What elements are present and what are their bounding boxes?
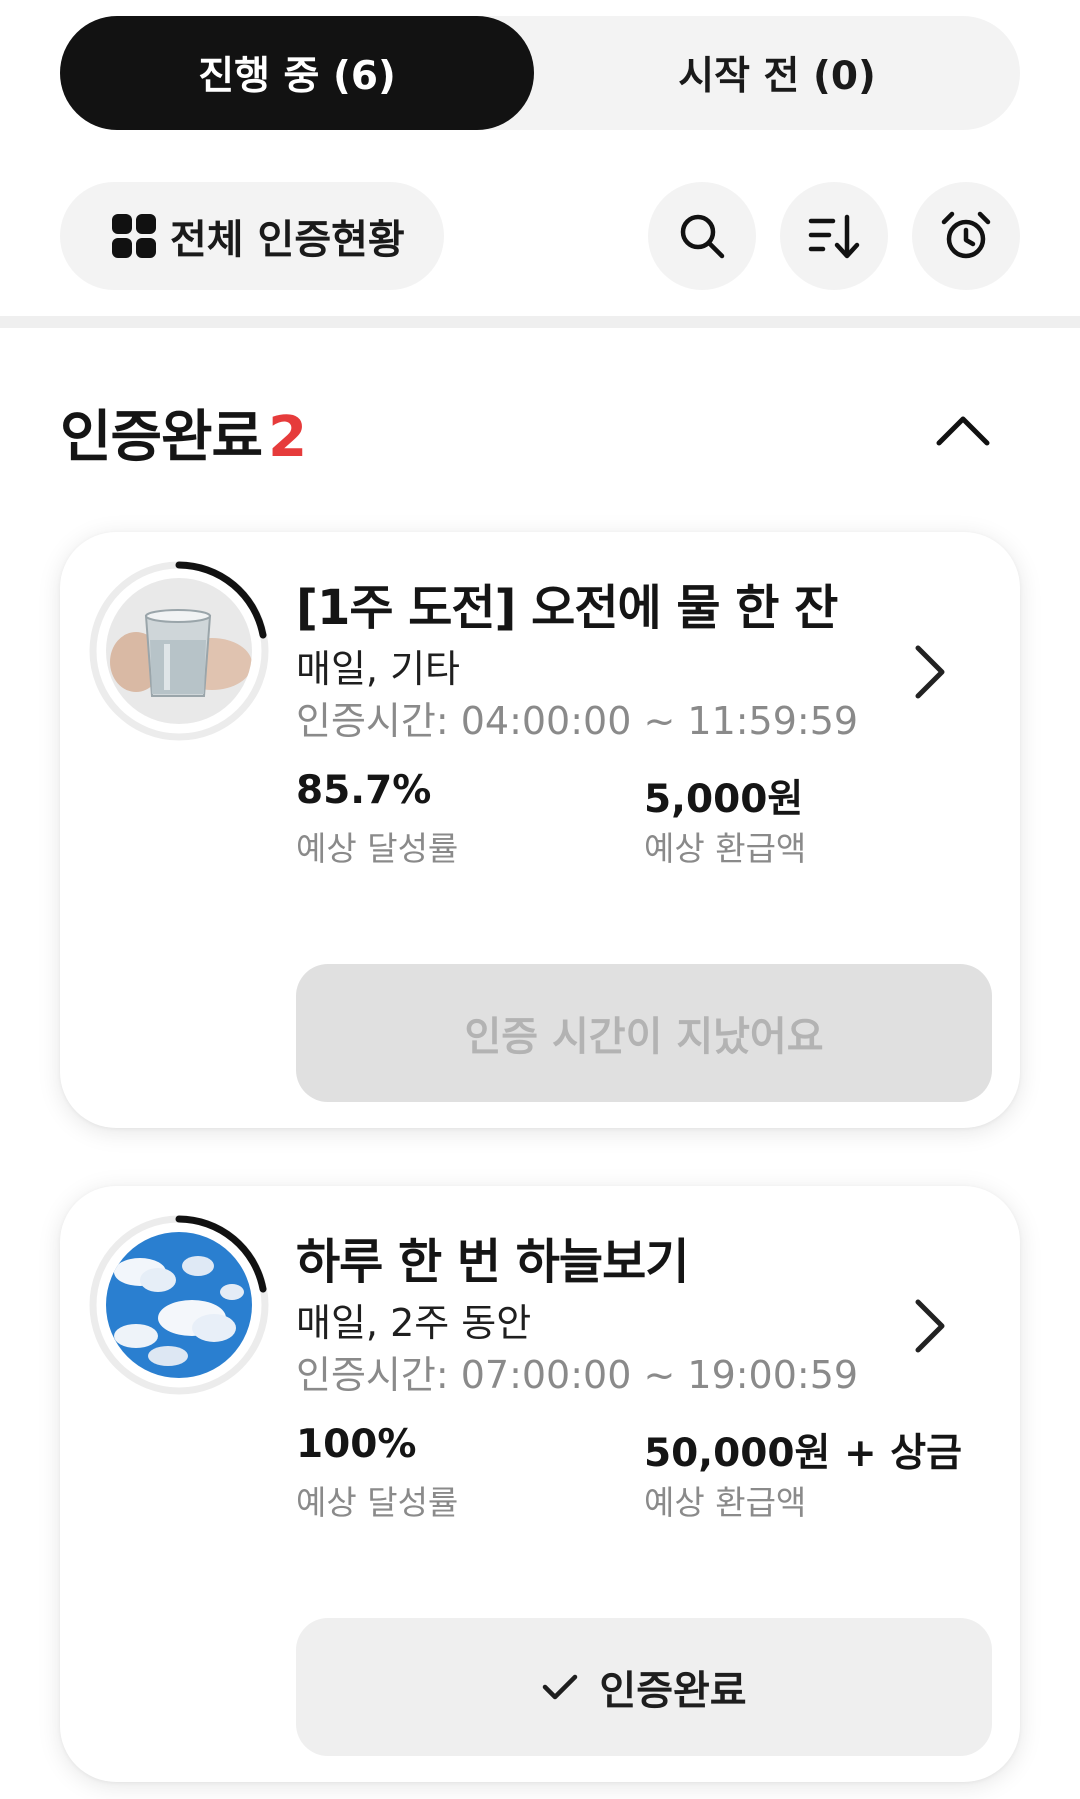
refund-label: 예상 환급액 (644, 829, 807, 868)
card-detail-button[interactable] (900, 632, 960, 712)
search-icon (680, 214, 725, 259)
sky-image (106, 1232, 252, 1378)
challenge-title: 하루 한 번 하늘보기 (296, 1234, 689, 1290)
sort-icon (808, 214, 860, 259)
challenge-schedule: 매일, 기타 (296, 647, 460, 691)
verified-button-label: 인증완료 (599, 1668, 747, 1714)
section-divider (0, 316, 1080, 328)
tab-in-progress-label: 진행 중 (6) (198, 54, 396, 99)
achievement-rate-label: 예상 달성률 (296, 829, 459, 868)
challenge-card[interactable]: 하루 한 번 하늘보기 매일, 2주 동안 인증시간: 07:00:00 ~ 1… (60, 1186, 1020, 1782)
section-title-label: 인증완료 (60, 405, 263, 470)
sort-button[interactable] (780, 182, 888, 290)
refund-value: 50,000원 + 상금 (644, 1431, 962, 1476)
search-button[interactable] (648, 182, 756, 290)
card-detail-button[interactable] (900, 1286, 960, 1366)
alarm-button[interactable] (912, 182, 1020, 290)
grid-icon (112, 214, 156, 258)
overview-button[interactable]: 전체 인증현황 (60, 182, 444, 290)
tab-not-started-label: 시작 전 (0) (678, 54, 876, 99)
challenge-time: 인증시간: 04:00:00 ~ 11:59:59 (296, 699, 859, 743)
verify-button-label: 인증 시간이 지났어요 (464, 1014, 824, 1060)
achievement-rate-value: 85.7% (296, 768, 432, 813)
refund-value: 5,000원 (644, 777, 804, 822)
status-tabs: 진행 중 (6) 시작 전 (0) (60, 16, 1020, 130)
overview-label: 전체 인증현황 (170, 217, 405, 263)
check-icon (541, 1672, 579, 1702)
chevron-right-icon (915, 645, 945, 699)
challenge-card[interactable]: [1주 도전] 오전에 물 한 잔 매일, 기타 인증시간: 04:00:00 … (60, 532, 1020, 1128)
alarm-clock-icon (941, 211, 991, 259)
challenge-thumbnail (88, 1214, 270, 1396)
chevron-up-icon (936, 416, 990, 446)
water-glass-image (106, 578, 252, 724)
challenge-list-screen: 진행 중 (6) 시작 전 (0) 전체 인증현황 인증완료 2 [1주 도전]… (0, 0, 1080, 1799)
tab-not-started[interactable]: 시작 전 (0) (534, 16, 1020, 130)
verify-button-disabled[interactable]: 인증 시간이 지났어요 (296, 964, 992, 1102)
section-title: 인증완료 2 (60, 392, 307, 473)
chevron-right-icon (915, 1299, 945, 1353)
section-count: 2 (268, 405, 307, 470)
challenge-title: [1주 도전] 오전에 물 한 잔 (296, 580, 838, 636)
collapse-button[interactable] (930, 400, 996, 460)
achievement-rate-label: 예상 달성률 (296, 1483, 459, 1522)
achievement-rate-value: 100% (296, 1422, 417, 1467)
challenge-time: 인증시간: 07:00:00 ~ 19:00:59 (296, 1353, 859, 1397)
verified-button[interactable]: 인증완료 (296, 1618, 992, 1756)
challenge-thumbnail (88, 560, 270, 742)
challenge-schedule: 매일, 2주 동안 (296, 1301, 532, 1345)
tab-in-progress[interactable]: 진행 중 (6) (60, 16, 534, 130)
refund-label: 예상 환급액 (644, 1483, 807, 1522)
